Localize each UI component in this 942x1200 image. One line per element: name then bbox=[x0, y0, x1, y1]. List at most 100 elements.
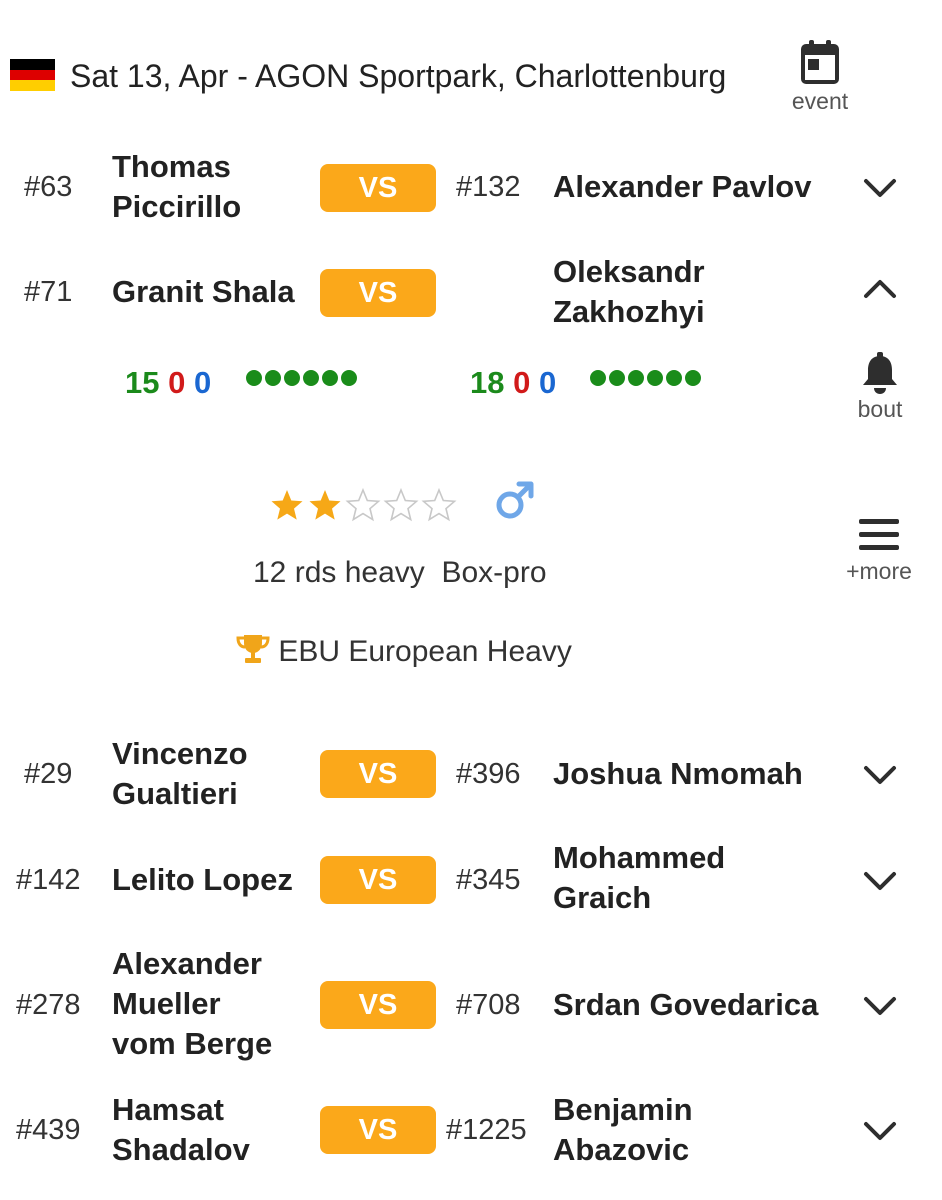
last-results-b bbox=[590, 370, 701, 388]
fighter-a-name[interactable]: Vincenzo Gualtieri bbox=[112, 734, 248, 814]
event-button-label: event bbox=[791, 88, 849, 114]
vs-button[interactable]: VS bbox=[320, 164, 436, 212]
rank-a: #142 bbox=[16, 864, 81, 896]
rank-a: #71 bbox=[24, 276, 73, 308]
rating-stars bbox=[270, 487, 458, 523]
fighter-b-name[interactable]: Joshua Nmomah bbox=[553, 754, 803, 794]
fighter-a-name[interactable]: Granit Shala bbox=[112, 272, 295, 312]
rank-a: #439 bbox=[16, 1114, 81, 1146]
bell-icon bbox=[850, 352, 910, 394]
fighter-a-name[interactable]: Thomas Piccirillo bbox=[112, 147, 241, 227]
fighter-a-name[interactable]: Lelito Lopez bbox=[112, 860, 293, 900]
vs-button[interactable]: VS bbox=[320, 981, 436, 1029]
name-line: Lelito Lopez bbox=[112, 862, 293, 897]
chevron-down-icon[interactable] bbox=[858, 1108, 902, 1152]
name-line: Mohammed bbox=[553, 840, 726, 875]
record-b: 18 0 0 bbox=[470, 363, 556, 403]
fighter-b-name[interactable]: Mohammed Graich bbox=[553, 838, 725, 918]
win-dot bbox=[685, 370, 701, 386]
name-line: Shadalov bbox=[112, 1132, 250, 1167]
name-line: Srdan Govedarica bbox=[553, 987, 819, 1022]
event-button[interactable]: event bbox=[788, 40, 852, 118]
name-line: Zakhozhyi bbox=[553, 294, 705, 329]
male-icon bbox=[493, 478, 537, 527]
rounds-weight: 12 rds heavy bbox=[253, 556, 425, 589]
name-line: Joshua Nmomah bbox=[553, 756, 803, 791]
name-line: Vincenzo bbox=[112, 736, 248, 771]
win-dot bbox=[647, 370, 663, 386]
win-dot bbox=[628, 370, 644, 386]
rank-b: #708 bbox=[456, 989, 521, 1021]
name-line: vom Berge bbox=[112, 1026, 273, 1061]
last-results-a bbox=[246, 370, 357, 388]
title-belt-label: EBU European Heavy bbox=[278, 635, 572, 668]
rank-b: #396 bbox=[456, 758, 521, 790]
name-line: Alexander bbox=[112, 946, 262, 981]
win-dot bbox=[341, 370, 357, 386]
chevron-down-icon[interactable] bbox=[858, 165, 902, 209]
title-belt: EBU European Heavy bbox=[236, 632, 572, 676]
fighter-a-name[interactable]: Alexander Mueller vom Berge bbox=[112, 944, 272, 1064]
vs-button[interactable]: VS bbox=[320, 1106, 436, 1154]
record-wins: 15 bbox=[125, 365, 160, 400]
win-dot bbox=[265, 370, 281, 386]
star-empty-icon bbox=[346, 489, 380, 521]
record-wins: 18 bbox=[470, 365, 505, 400]
rank-b: #1225 bbox=[446, 1114, 527, 1146]
rank-b: #132 bbox=[456, 171, 521, 203]
menu-icon bbox=[838, 518, 920, 552]
name-line: Granit Shala bbox=[112, 274, 295, 309]
chevron-up-icon[interactable] bbox=[858, 266, 902, 310]
win-dot bbox=[666, 370, 682, 386]
record-losses: 0 bbox=[168, 365, 186, 400]
vs-button[interactable]: VS bbox=[320, 750, 436, 798]
chevron-down-icon[interactable] bbox=[858, 983, 902, 1027]
name-line: Abazovic bbox=[553, 1132, 690, 1167]
more-button-label: +more bbox=[846, 558, 912, 584]
fighter-b-name[interactable]: Oleksandr Zakhozhyi bbox=[553, 252, 705, 332]
trophy-icon bbox=[236, 633, 270, 676]
win-dot bbox=[322, 370, 338, 386]
vs-button[interactable]: VS bbox=[320, 856, 436, 904]
name-line: Benjamin bbox=[553, 1092, 693, 1127]
bout-button-label: bout bbox=[857, 396, 903, 422]
fighter-b-name[interactable]: Benjamin Abazovic bbox=[553, 1090, 693, 1170]
win-dot bbox=[284, 370, 300, 386]
record-draws: 0 bbox=[538, 365, 557, 400]
sport-type: Box-pro bbox=[441, 556, 547, 589]
record-a: 15 0 0 bbox=[125, 363, 211, 403]
name-line: Alexander Pavlov bbox=[553, 169, 812, 204]
name-line: Thomas bbox=[112, 149, 231, 184]
star-filled-icon bbox=[271, 490, 303, 520]
rank-a: #278 bbox=[16, 989, 81, 1021]
name-line: Oleksandr bbox=[553, 254, 705, 289]
star-empty-icon bbox=[384, 489, 418, 521]
record-draws: 0 bbox=[193, 365, 212, 400]
event-title: Sat 13, Apr - AGON Sportpark, Charlotten… bbox=[70, 58, 727, 94]
fighter-b-name[interactable]: Alexander Pavlov bbox=[553, 167, 811, 207]
rank-b: #345 bbox=[456, 864, 521, 896]
name-line: Piccirillo bbox=[112, 189, 242, 224]
calendar-icon bbox=[788, 40, 852, 84]
more-button[interactable]: +more bbox=[838, 518, 920, 590]
name-line: Gualtieri bbox=[112, 776, 238, 811]
win-dot bbox=[609, 370, 625, 386]
chevron-down-icon[interactable] bbox=[858, 752, 902, 796]
vs-button[interactable]: VS bbox=[320, 269, 436, 317]
germany-flag bbox=[10, 59, 55, 91]
fighter-b-name[interactable]: Srdan Govedarica bbox=[553, 985, 818, 1025]
bout-button[interactable]: bout bbox=[850, 352, 910, 432]
rank-a: #29 bbox=[24, 758, 73, 790]
win-dot bbox=[590, 370, 606, 386]
win-dot bbox=[246, 370, 262, 386]
name-line: Mueller bbox=[112, 986, 221, 1021]
win-dot bbox=[303, 370, 319, 386]
name-line: Graich bbox=[553, 880, 652, 915]
fighter-a-name[interactable]: Hamsat Shadalov bbox=[112, 1090, 250, 1170]
rank-a: #63 bbox=[24, 171, 73, 203]
star-empty-icon bbox=[422, 489, 456, 521]
bout-info: 12 rds heavy Box-pro bbox=[253, 553, 547, 593]
chevron-down-icon[interactable] bbox=[858, 858, 902, 902]
record-losses: 0 bbox=[513, 365, 531, 400]
name-line: Hamsat bbox=[112, 1092, 224, 1127]
